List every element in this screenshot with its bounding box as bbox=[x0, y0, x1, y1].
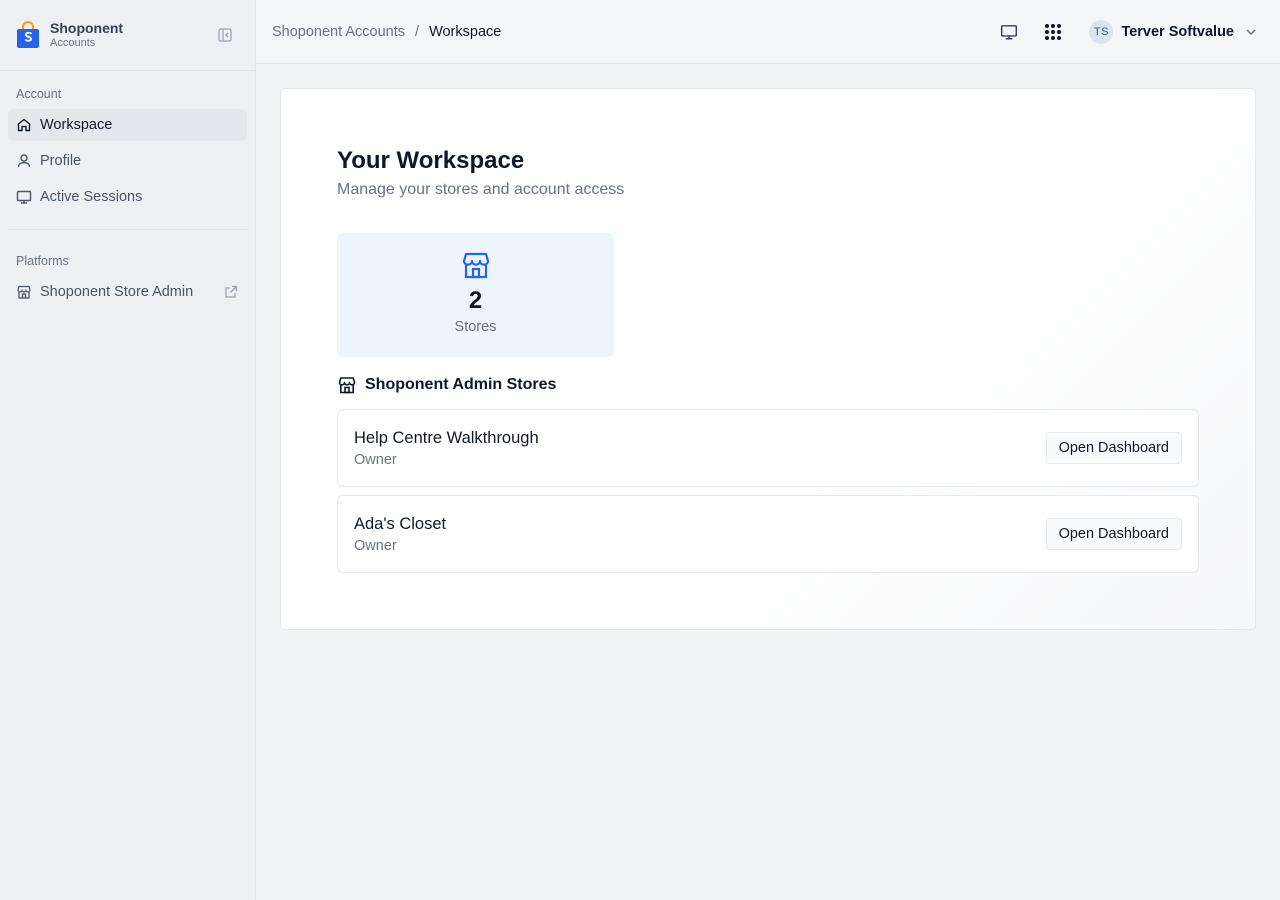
top-header: Shoponent Accounts / Workspace TS Terver… bbox=[256, 0, 1280, 64]
app-launcher-button[interactable] bbox=[1043, 22, 1063, 42]
sidebar-toggle-icon bbox=[218, 28, 232, 42]
shopping-bag-logo-icon bbox=[17, 21, 39, 48]
user-name: Terver Softvalue bbox=[1121, 24, 1234, 40]
brand-subtitle: Accounts bbox=[50, 36, 96, 49]
store-row: Ada's Closet Owner Open Dashboard bbox=[337, 495, 1199, 573]
store-row: Help Centre Walkthrough Owner Open Dashb… bbox=[337, 409, 1199, 487]
stores-count: 2 bbox=[468, 287, 483, 314]
stores-stat-card: 2 Stores bbox=[337, 233, 614, 357]
nav-section-platforms: Platforms Shoponent Store Admin bbox=[0, 230, 255, 308]
breadcrumb-current: Workspace bbox=[429, 23, 502, 40]
brand-name: Shoponent bbox=[50, 20, 124, 37]
store-name: Help Centre Walkthrough bbox=[354, 429, 539, 447]
store-name: Ada's Closet bbox=[354, 515, 447, 533]
chevron-down-icon bbox=[1246, 29, 1256, 36]
page-subtitle: Manage your stores and account access bbox=[337, 181, 625, 198]
external-link-icon bbox=[223, 284, 239, 300]
open-dashboard-button[interactable]: Open Dashboard bbox=[1045, 432, 1182, 464]
grid-dots-icon bbox=[1045, 24, 1062, 40]
user-icon bbox=[16, 153, 32, 169]
monitor-icon bbox=[16, 189, 32, 205]
sidebar-item-label: Shoponent Store Admin bbox=[40, 284, 194, 300]
open-dashboard-button[interactable]: Open Dashboard bbox=[1045, 518, 1182, 550]
stores-section-title: Shoponent Admin Stores bbox=[365, 376, 557, 393]
home-icon bbox=[16, 117, 32, 133]
header-actions: TS Terver Softvalue bbox=[999, 0, 1258, 64]
breadcrumb-link-accounts[interactable]: Shoponent Accounts bbox=[272, 24, 405, 40]
store-icon bbox=[462, 252, 489, 279]
nav-section-label: Platforms bbox=[16, 254, 69, 268]
store-icon bbox=[16, 284, 32, 300]
avatar: TS bbox=[1089, 20, 1114, 44]
breadcrumb-separator: / bbox=[415, 23, 420, 40]
workspace-card: Your Workspace Manage your stores and ac… bbox=[280, 88, 1256, 630]
store-icon bbox=[338, 377, 356, 394]
brand-header: Shoponent Accounts bbox=[0, 0, 255, 71]
collapse-sidebar-button[interactable] bbox=[216, 26, 234, 44]
sidebar-item-active-sessions[interactable]: Active Sessions bbox=[8, 181, 247, 213]
nav-section-account: Account Workspace Profile Active Session… bbox=[0, 71, 255, 213]
store-role: Owner bbox=[354, 538, 397, 554]
sidebar-item-label: Workspace bbox=[40, 117, 113, 133]
breadcrumb: Shoponent Accounts / Workspace bbox=[272, 24, 501, 40]
sidebar-item-store-admin[interactable]: Shoponent Store Admin bbox=[8, 276, 247, 308]
user-menu-button[interactable]: TS Terver Softvalue bbox=[1089, 20, 1258, 44]
sidebar-item-label: Active Sessions bbox=[40, 189, 143, 205]
display-mode-button[interactable] bbox=[999, 22, 1019, 42]
stores-count-label: Stores bbox=[454, 319, 497, 335]
sidebar-item-workspace[interactable]: Workspace bbox=[8, 109, 247, 141]
store-role: Owner bbox=[354, 452, 397, 468]
page-title: Your Workspace bbox=[337, 147, 525, 174]
nav-section-label: Account bbox=[16, 87, 62, 101]
monitor-icon bbox=[1001, 25, 1018, 40]
sidebar-item-profile[interactable]: Profile bbox=[8, 145, 247, 177]
stores-section-heading: Shoponent Admin Stores bbox=[337, 375, 556, 395]
sidebar: Shoponent Accounts Account Workspace Pro… bbox=[0, 0, 256, 900]
sidebar-item-label: Profile bbox=[40, 153, 82, 169]
